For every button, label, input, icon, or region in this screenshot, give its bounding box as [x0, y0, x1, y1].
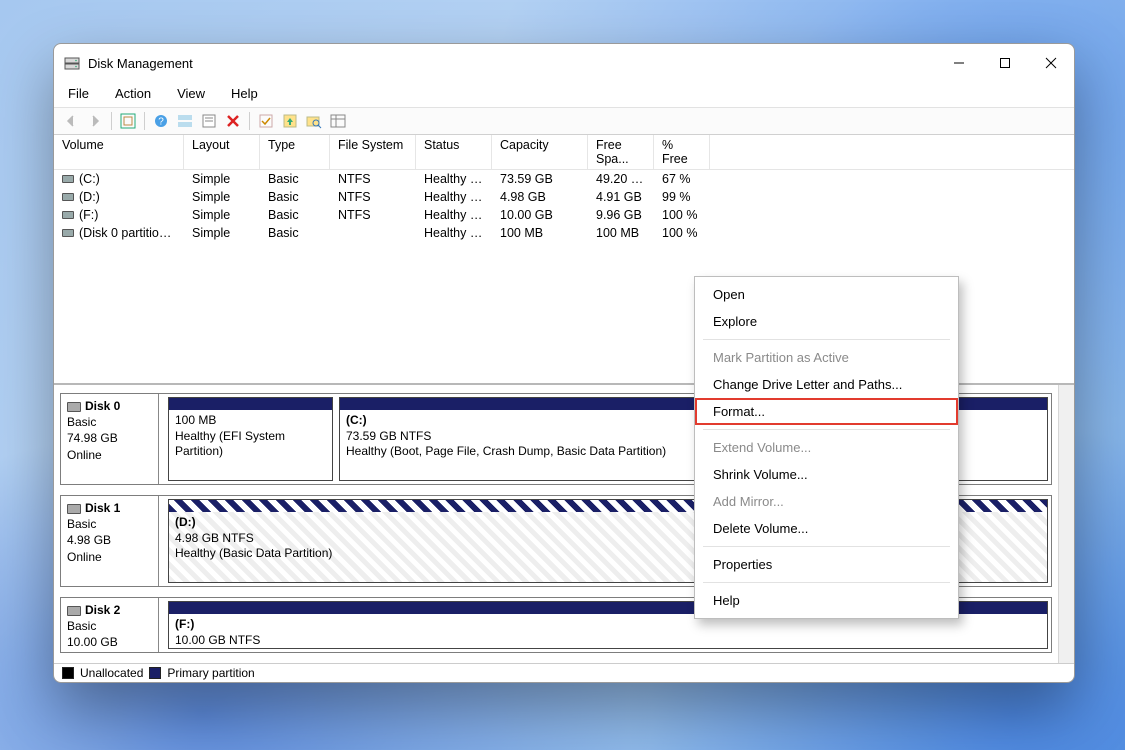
- col-volume: Volume: [54, 135, 184, 169]
- disk0-partition-efi[interactable]: 100 MBHealthy (EFI System Partition): [168, 397, 333, 481]
- ctx-properties[interactable]: Properties: [695, 551, 958, 578]
- col-capacity: Capacity: [492, 135, 588, 169]
- svg-text:?: ?: [158, 117, 164, 128]
- ctx-mark-active: Mark Partition as Active: [695, 344, 958, 371]
- volume-row[interactable]: (D:)SimpleBasicNTFSHealthy (B...4.98 GB4…: [54, 188, 1074, 206]
- grid-icon[interactable]: [329, 112, 347, 130]
- legend-primary: Primary partition: [167, 666, 254, 680]
- ctx-open[interactable]: Open: [695, 281, 958, 308]
- ctx-extend: Extend Volume...: [695, 434, 958, 461]
- menu-help[interactable]: Help: [227, 84, 262, 103]
- minimize-button[interactable]: [936, 47, 982, 79]
- context-menu: Open Explore Mark Partition as Active Ch…: [694, 276, 959, 619]
- swatch-primary: [149, 667, 161, 679]
- volume-icon: [62, 175, 74, 183]
- col-status: Status: [416, 135, 492, 169]
- ctx-mirror: Add Mirror...: [695, 488, 958, 515]
- close-button[interactable]: [1028, 47, 1074, 79]
- titlebar: Disk Management: [54, 44, 1074, 82]
- volume-row[interactable]: (F:)SimpleBasicNTFSHealthy (P...10.00 GB…: [54, 206, 1074, 224]
- delete-icon[interactable]: [224, 112, 242, 130]
- ctx-delete[interactable]: Delete Volume...: [695, 515, 958, 542]
- ctx-help[interactable]: Help: [695, 587, 958, 614]
- legend-unallocated: Unallocated: [80, 666, 143, 680]
- disk-1-info[interactable]: Disk 1 Basic4.98 GBOnline: [61, 496, 159, 586]
- volume-row[interactable]: (C:)SimpleBasicNTFSHealthy (B...73.59 GB…: [54, 170, 1074, 188]
- volume-row[interactable]: (Disk 0 partition 1)SimpleBasicHealthy (…: [54, 224, 1074, 242]
- menu-view[interactable]: View: [173, 84, 209, 103]
- col-type: Type: [260, 135, 330, 169]
- volume-icon: [62, 211, 74, 219]
- col-layout: Layout: [184, 135, 260, 169]
- disk-icon: [67, 606, 81, 616]
- ctx-shrink[interactable]: Shrink Volume...: [695, 461, 958, 488]
- ctx-explore[interactable]: Explore: [695, 308, 958, 335]
- toolbar: ?: [54, 107, 1074, 135]
- legend: Unallocated Primary partition: [54, 663, 1074, 682]
- check-icon[interactable]: [257, 112, 275, 130]
- up-icon[interactable]: [281, 112, 299, 130]
- volume-columns[interactable]: Volume Layout Type File System Status Ca…: [54, 135, 1074, 170]
- menu-action[interactable]: Action: [111, 84, 155, 103]
- disk-2-info[interactable]: Disk 2 Basic10.00 GB: [61, 598, 159, 652]
- help-icon[interactable]: ?: [152, 112, 170, 130]
- back-icon: [62, 112, 80, 130]
- maximize-button[interactable]: [982, 47, 1028, 79]
- window-title: Disk Management: [88, 56, 193, 71]
- disk-management-window: Disk Management File Action View Help ?: [53, 43, 1075, 683]
- show-hide-icon[interactable]: [176, 112, 194, 130]
- disk-icon: [67, 504, 81, 514]
- refresh-icon[interactable]: [119, 112, 137, 130]
- app-icon: [64, 55, 80, 71]
- col-free: Free Spa...: [588, 135, 654, 169]
- properties-icon[interactable]: [200, 112, 218, 130]
- volume-icon: [62, 229, 74, 237]
- col-pctfree: % Free: [654, 135, 710, 169]
- menu-file[interactable]: File: [64, 84, 93, 103]
- disk-icon: [67, 402, 81, 412]
- search-folder-icon[interactable]: [305, 112, 323, 130]
- forward-icon: [86, 112, 104, 130]
- ctx-format[interactable]: Format...: [695, 398, 958, 425]
- col-filesystem: File System: [330, 135, 416, 169]
- ctx-change-letter[interactable]: Change Drive Letter and Paths...: [695, 371, 958, 398]
- disk-0-info[interactable]: Disk 0 Basic74.98 GBOnline: [61, 394, 159, 484]
- vertical-scrollbar[interactable]: [1058, 385, 1074, 663]
- menubar: File Action View Help: [54, 82, 1074, 107]
- volume-icon: [62, 193, 74, 201]
- swatch-unallocated: [62, 667, 74, 679]
